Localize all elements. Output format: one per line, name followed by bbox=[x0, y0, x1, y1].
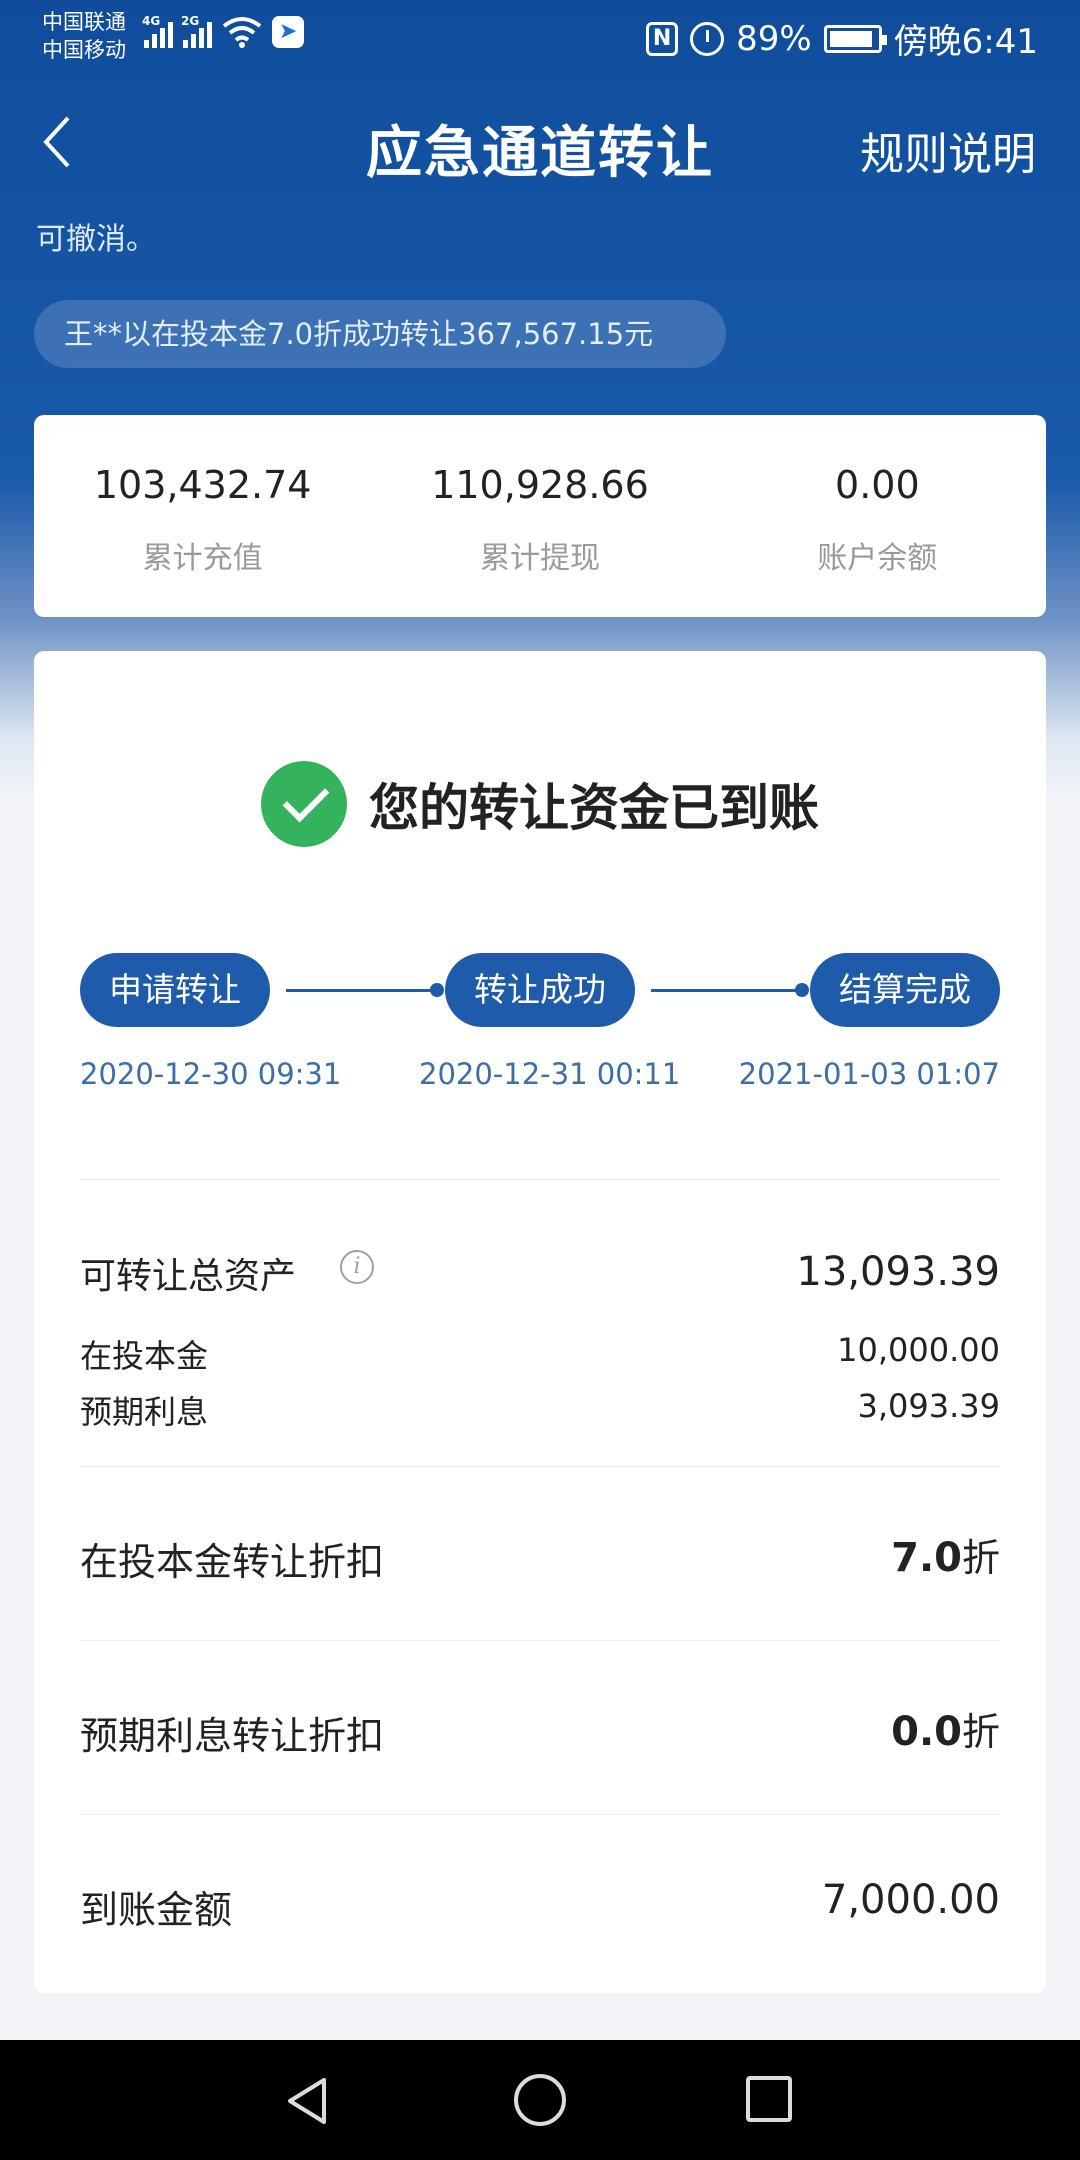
check-circle-icon bbox=[261, 761, 347, 847]
page: 中国联通 中国移动 4G 2G ➤ N 89% 傍晚6:41 应急通道转让 规则… bbox=[0, 0, 1080, 2160]
stat-value: 110,928.66 bbox=[431, 463, 649, 507]
nav-home-icon[interactable] bbox=[514, 2074, 566, 2126]
divider bbox=[80, 1640, 1000, 1641]
nav-recents-icon[interactable] bbox=[746, 2076, 792, 2122]
clock: 傍晚6:41 bbox=[893, 22, 1038, 62]
step-apply: 申请转让 bbox=[80, 953, 270, 1027]
step-dot bbox=[430, 983, 444, 997]
principal-value: 10,000.00 bbox=[837, 1331, 1000, 1369]
notification-app-icon: ➤ bbox=[272, 16, 304, 48]
net-type-4g: 4G bbox=[142, 14, 161, 28]
network-icons: 4G 2G ➤ bbox=[142, 14, 304, 48]
stat-total-recharge: 103,432.74 累计充值 bbox=[34, 415, 371, 617]
info-icon[interactable]: i bbox=[340, 1250, 374, 1284]
divider bbox=[80, 1179, 1000, 1180]
net-type-2g: 2G bbox=[181, 14, 200, 28]
rules-link[interactable]: 规则说明 bbox=[860, 118, 1036, 182]
step-connector bbox=[286, 989, 436, 992]
transfer-ticker: 王**以在投本金7.0折成功转让367,567.15元 bbox=[34, 300, 726, 368]
principal-discount: 7.0折 bbox=[891, 1527, 1000, 1582]
stat-label: 累计充值 bbox=[142, 541, 263, 576]
notice-text: 可撤消。 bbox=[36, 222, 156, 257]
interest-value: 3,093.39 bbox=[857, 1387, 1001, 1425]
transfer-result-card: 您的转让资金已到账 申请转让 转让成功 结算完成 2020-12-30 09:3… bbox=[34, 651, 1046, 1993]
battery-percent: 89% bbox=[736, 18, 812, 59]
step-date-transfer: 2020-12-31 00:11 bbox=[419, 1057, 681, 1091]
signal-2g-icon: 2G bbox=[181, 14, 212, 48]
stat-total-withdraw: 110,928.66 累计提现 bbox=[371, 415, 708, 617]
interest-label: 预期利息 bbox=[80, 1393, 209, 1431]
account-stats-card: 103,432.74 累计充值 110,928.66 累计提现 0.00 账户余… bbox=[34, 415, 1046, 617]
signal-4g-icon: 4G bbox=[142, 14, 173, 48]
interest-discount-value: 0.0 bbox=[891, 1709, 962, 1755]
carrier-unicom: 中国联通 bbox=[42, 10, 126, 34]
wifi-icon bbox=[222, 17, 262, 48]
nav-back-icon[interactable] bbox=[284, 2076, 334, 2126]
success-banner: 您的转让资金已到账 bbox=[34, 759, 1046, 849]
alarm-icon bbox=[690, 21, 725, 56]
battery-icon bbox=[823, 24, 887, 53]
status-bar: 中国联通 中国移动 4G 2G ➤ N 89% 傍晚6:41 bbox=[0, 0, 1080, 72]
discount-unit: 折 bbox=[961, 1710, 1000, 1754]
success-message: 您的转让资金已到账 bbox=[369, 779, 819, 837]
progress-steps: 申请转让 转让成功 结算完成 bbox=[80, 953, 1000, 1033]
app-header: 应急通道转让 规则说明 bbox=[0, 92, 1080, 202]
carrier-mobile: 中国移动 bbox=[42, 38, 126, 62]
system-nav-bar bbox=[0, 2040, 1080, 2160]
stat-value: 0.00 bbox=[835, 463, 920, 507]
stat-label: 账户余额 bbox=[817, 541, 938, 576]
step-dot bbox=[795, 983, 809, 997]
discount-unit: 折 bbox=[961, 1536, 1000, 1580]
step-date-apply: 2020-12-30 09:31 bbox=[80, 1057, 342, 1091]
stat-value: 103,432.74 bbox=[93, 463, 312, 507]
principal-discount-label: 在投本金转让折扣 bbox=[80, 1540, 385, 1584]
carrier-info: 中国联通 中国移动 bbox=[42, 8, 126, 64]
divider bbox=[80, 1814, 1000, 1815]
principal-label: 在投本金 bbox=[80, 1337, 209, 1375]
system-status: N 89% 傍晚6:41 bbox=[646, 14, 1038, 63]
principal-discount-value: 7.0 bbox=[891, 1535, 962, 1581]
step-connector bbox=[651, 989, 801, 992]
interest-discount-label: 预期利息转让折扣 bbox=[80, 1714, 385, 1758]
step-settled: 结算完成 bbox=[810, 953, 1000, 1027]
divider bbox=[80, 1466, 1000, 1467]
arrival-amount-label: 到账金额 bbox=[80, 1888, 233, 1932]
total-assets-value: 13,093.39 bbox=[796, 1249, 1000, 1295]
nfc-icon: N bbox=[646, 21, 679, 56]
stat-balance: 0.00 账户余额 bbox=[709, 415, 1046, 617]
total-assets-label: 可转让总资产 bbox=[80, 1256, 297, 1297]
arrival-amount-value: 7,000.00 bbox=[821, 1877, 1000, 1923]
stat-label: 累计提现 bbox=[479, 541, 600, 576]
step-date-settled: 2021-01-03 01:07 bbox=[738, 1057, 1000, 1091]
step-transfer-success: 转让成功 bbox=[445, 953, 635, 1027]
interest-discount: 0.0折 bbox=[891, 1701, 1000, 1756]
